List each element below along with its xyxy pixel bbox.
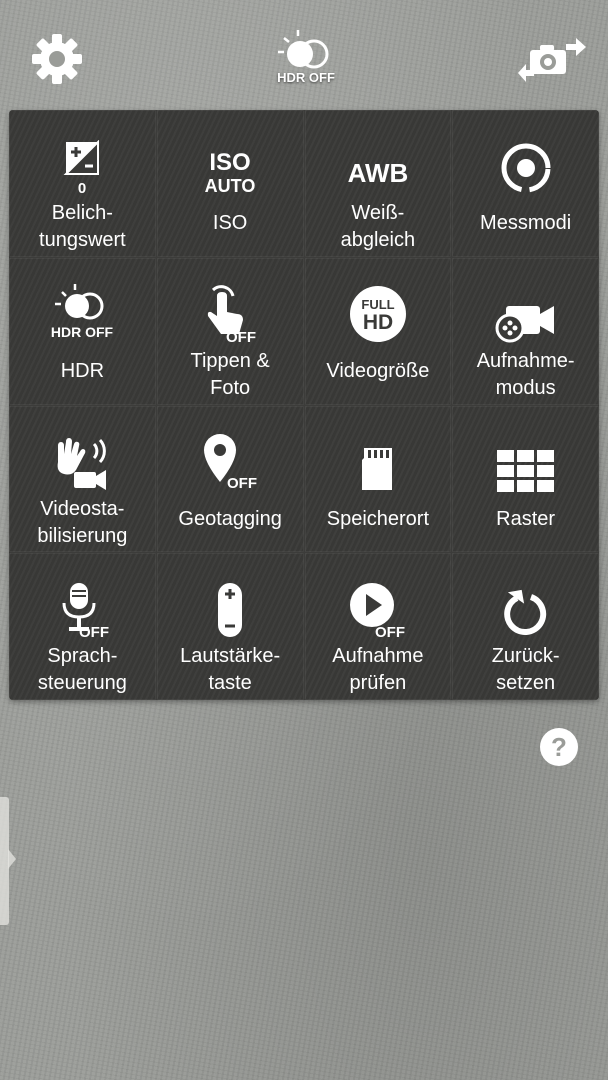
hdr-icon: HDR OFF: [32, 272, 132, 344]
svg-text:AWB: AWB: [348, 158, 409, 188]
setting-label: Videogröße: [326, 359, 430, 382]
full-hd-icon: FULL HD: [328, 272, 428, 344]
setting-grid[interactable]: Raster: [452, 405, 599, 553]
setting-tap-to-shoot[interactable]: OFF Tippen & Foto: [156, 257, 304, 405]
voice-control-icon: OFF: [32, 567, 132, 639]
hdr-toggle-button[interactable]: HDR OFF: [270, 26, 342, 92]
setting-review-pictures[interactable]: OFF Aufnahme prüfen: [304, 553, 452, 700]
svg-text:OFF: OFF: [375, 624, 405, 639]
svg-text:AUTO: AUTO: [205, 176, 256, 196]
setting-label: Sprach- steuerung: [37, 645, 127, 695]
setting-metering[interactable]: Messmodi: [452, 110, 599, 257]
camera-top-bar: HDR OFF: [0, 0, 608, 100]
setting-video-size[interactable]: FULL HD Videogröße: [304, 257, 452, 405]
setting-video-stabilization[interactable]: Videosta- bilisierung: [9, 405, 156, 553]
exposure-value: 0: [78, 180, 86, 196]
setting-label: ISO: [212, 212, 248, 234]
sd-card-icon: [328, 420, 428, 492]
setting-geotagging[interactable]: OFF Geotagging: [156, 405, 304, 553]
setting-label: Messmodi: [480, 212, 572, 234]
video-stabilization-icon: [32, 420, 132, 492]
setting-reset[interactable]: Zurück- setzen: [452, 553, 599, 700]
svg-text:HDR OFF: HDR OFF: [51, 324, 114, 340]
setting-volume-key[interactable]: Lautstärke- taste: [156, 553, 304, 700]
svg-text:OFF: OFF: [79, 624, 109, 639]
tap-shot-icon: OFF: [180, 272, 280, 344]
setting-storage[interactable]: Speicherort: [304, 405, 452, 553]
reset-icon: [476, 567, 576, 639]
grid-icon: [476, 420, 576, 492]
setting-voice-control[interactable]: OFF Sprach- steuerung: [9, 553, 156, 700]
svg-text:OFF: OFF: [226, 329, 256, 344]
setting-hdr[interactable]: HDR OFF HDR: [9, 257, 156, 405]
setting-label: Geotagging: [178, 507, 282, 530]
setting-label: HDR: [60, 359, 105, 382]
svg-text:OFF: OFF: [227, 475, 257, 492]
side-panel-handle[interactable]: [0, 797, 16, 925]
help-icon[interactable]: ?: [538, 726, 580, 768]
setting-label: Aufnahme- modus: [476, 349, 575, 399]
setting-exposure[interactable]: 0 Belich- tungswert: [9, 110, 156, 257]
gear-icon[interactable]: [30, 32, 84, 86]
setting-label: Tippen & Foto: [190, 349, 270, 399]
setting-label: Raster: [496, 507, 556, 530]
white-balance-icon: AWB: [328, 124, 428, 196]
volume-key-icon: [180, 567, 280, 639]
metering-icon: [476, 124, 576, 196]
camera-settings-panel: 0 Belich- tungswert ISO AUTO ISO AWB Wei…: [9, 110, 599, 700]
exposure-icon: 0: [32, 124, 132, 196]
setting-label: Videosta- bilisierung: [37, 497, 128, 547]
camera-switch-icon[interactable]: [516, 30, 586, 86]
setting-label: Lautstärke- taste: [180, 645, 281, 695]
setting-label: Weiß- abgleich: [340, 202, 416, 251]
setting-label: Zurück- setzen: [491, 645, 560, 695]
svg-text:FULL: FULL: [361, 297, 394, 312]
svg-text:HD: HD: [363, 311, 393, 334]
review-icon: OFF: [328, 567, 428, 639]
hdr-status-label: HDR OFF: [277, 70, 335, 85]
iso-icon: ISO AUTO: [180, 124, 280, 196]
svg-text:ISO: ISO: [209, 149, 250, 176]
recording-mode-icon: [476, 272, 576, 344]
setting-label: Belich- tungswert: [39, 202, 126, 251]
geotag-icon: OFF: [180, 420, 280, 492]
setting-iso[interactable]: ISO AUTO ISO: [156, 110, 304, 257]
hdr-icon: [278, 30, 329, 69]
setting-label: Speicherort: [326, 507, 430, 530]
svg-text:?: ?: [551, 732, 567, 762]
setting-white-balance[interactable]: AWB Weiß- abgleich: [304, 110, 452, 257]
setting-recording-mode[interactable]: Aufnahme- modus: [452, 257, 599, 405]
setting-label: Aufnahme prüfen: [332, 645, 424, 695]
